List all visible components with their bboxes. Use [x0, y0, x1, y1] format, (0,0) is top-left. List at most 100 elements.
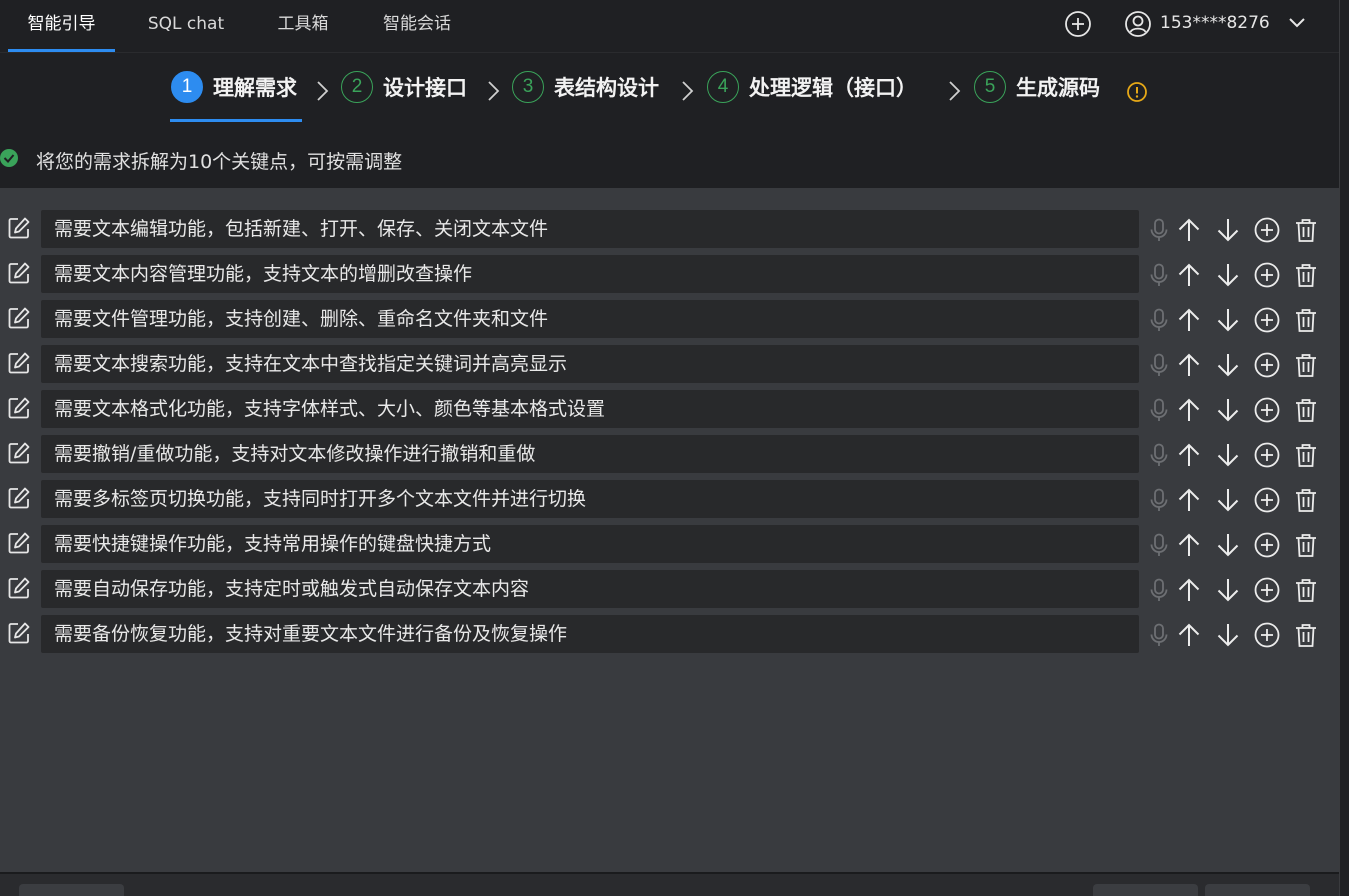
edit-icon[interactable] [6, 575, 32, 601]
plus-circle-icon[interactable] [1254, 577, 1280, 603]
microphone-icon[interactable] [1146, 487, 1172, 513]
plus-circle-icon[interactable] [1254, 487, 1280, 513]
tab-smart-chat[interactable]: 智能会话 [372, 0, 462, 52]
arrow-down-icon[interactable] [1215, 307, 1241, 333]
microphone-icon[interactable] [1146, 262, 1172, 288]
plus-circle-icon[interactable] [1254, 442, 1280, 468]
requirement-text[interactable]: 需要文本编辑功能，包括新建、打开、保存、关闭文本文件 [41, 210, 1139, 248]
edit-icon[interactable] [6, 530, 32, 556]
requirement-row: 需要多标签页切换功能，支持同时打开多个文本文件并进行切换 [0, 480, 1339, 518]
edit-icon[interactable] [6, 260, 32, 286]
plus-circle-icon[interactable] [1254, 307, 1280, 333]
arrow-up-icon[interactable] [1176, 397, 1202, 423]
microphone-icon[interactable] [1146, 217, 1172, 243]
trash-icon[interactable] [1293, 307, 1319, 333]
requirement-text[interactable]: 需要备份恢复功能，支持对重要文本文件进行备份及恢复操作 [41, 615, 1139, 653]
arrow-down-icon[interactable] [1215, 487, 1241, 513]
arrow-up-icon[interactable] [1176, 532, 1202, 558]
arrow-down-icon[interactable] [1215, 442, 1241, 468]
plus-circle-icon[interactable] [1254, 622, 1280, 648]
active-tab-indicator [8, 49, 115, 52]
arrow-down-icon[interactable] [1215, 622, 1241, 648]
microphone-icon[interactable] [1146, 442, 1172, 468]
chevron-down-icon[interactable] [1286, 12, 1308, 34]
arrow-up-icon[interactable] [1176, 442, 1202, 468]
requirement-row: 需要文件管理功能，支持创建、删除、重命名文件夹和文件 [0, 300, 1339, 338]
step-number: 2 [341, 71, 373, 103]
requirement-text[interactable]: 需要文本搜索功能，支持在文本中查找指定关键词并高亮显示 [41, 345, 1139, 383]
requirement-text[interactable]: 需要自动保存功能，支持定时或触发式自动保存文本内容 [41, 570, 1139, 608]
add-circle-icon[interactable] [1064, 10, 1092, 38]
info-icon[interactable] [1126, 81, 1148, 103]
active-step-indicator [170, 119, 302, 122]
requirement-row: 需要快捷键操作功能，支持常用操作的键盘快捷方式 [0, 525, 1339, 563]
arrow-up-icon[interactable] [1176, 217, 1202, 243]
app-window: 智能引导 SQL chat 工具箱 智能会话 153****8276 1 理解需… [0, 0, 1349, 896]
plus-circle-icon[interactable] [1254, 532, 1280, 558]
step-1[interactable]: 1 理解需求 [171, 69, 297, 105]
trash-icon[interactable] [1293, 622, 1319, 648]
trash-icon[interactable] [1293, 262, 1319, 288]
edit-icon[interactable] [6, 620, 32, 646]
edit-icon[interactable] [6, 350, 32, 376]
next-button[interactable] [1205, 884, 1310, 896]
microphone-icon[interactable] [1146, 577, 1172, 603]
tab-sql-chat[interactable]: SQL chat [140, 0, 232, 52]
arrow-down-icon[interactable] [1215, 352, 1241, 378]
arrow-up-icon[interactable] [1176, 262, 1202, 288]
edit-icon[interactable] [6, 485, 32, 511]
arrow-up-icon[interactable] [1176, 577, 1202, 603]
requirement-text[interactable]: 需要快捷键操作功能，支持常用操作的键盘快捷方式 [41, 525, 1139, 563]
requirement-row: 需要撤销/重做功能，支持对文本修改操作进行撤销和重做 [0, 435, 1339, 473]
step-5[interactable]: 5 生成源码 [974, 69, 1100, 105]
step-number: 5 [974, 71, 1006, 103]
plus-circle-icon[interactable] [1254, 397, 1280, 423]
step-label: 理解需求 [213, 76, 297, 100]
microphone-icon[interactable] [1146, 622, 1172, 648]
trash-icon[interactable] [1293, 442, 1319, 468]
trash-icon[interactable] [1293, 217, 1319, 243]
microphone-icon[interactable] [1146, 532, 1172, 558]
step-2[interactable]: 2 设计接口 [341, 69, 467, 105]
edit-icon[interactable] [6, 215, 32, 241]
requirement-text[interactable]: 需要多标签页切换功能，支持同时打开多个文本文件并进行切换 [41, 480, 1139, 518]
requirement-text[interactable]: 需要文本格式化功能，支持字体样式、大小、颜色等基本格式设置 [41, 390, 1139, 428]
step-3[interactable]: 3 表结构设计 [512, 69, 659, 105]
arrow-up-icon[interactable] [1176, 487, 1202, 513]
trash-icon[interactable] [1293, 532, 1319, 558]
tab-smart-guide[interactable]: 智能引导 [8, 0, 115, 52]
tab-toolbox[interactable]: 工具箱 [268, 0, 338, 52]
arrow-down-icon[interactable] [1215, 262, 1241, 288]
arrow-down-icon[interactable] [1215, 577, 1241, 603]
trash-icon[interactable] [1293, 352, 1319, 378]
requirement-text[interactable]: 需要撤销/重做功能，支持对文本修改操作进行撤销和重做 [41, 435, 1139, 473]
edit-icon[interactable] [6, 305, 32, 331]
requirement-text[interactable]: 需要文本内容管理功能，支持文本的增删改查操作 [41, 255, 1139, 293]
back-button[interactable] [19, 884, 124, 896]
user-avatar-icon[interactable] [1124, 10, 1152, 38]
arrow-down-icon[interactable] [1215, 217, 1241, 243]
plus-circle-icon[interactable] [1254, 262, 1280, 288]
plus-circle-icon[interactable] [1254, 352, 1280, 378]
microphone-icon[interactable] [1146, 352, 1172, 378]
requirement-row: 需要文本搜索功能，支持在文本中查找指定关键词并高亮显示 [0, 345, 1339, 383]
edit-icon[interactable] [6, 395, 32, 421]
arrow-up-icon[interactable] [1176, 307, 1202, 333]
top-nav: 智能引导 SQL chat 工具箱 智能会话 153****8276 [0, 0, 1339, 53]
user-phone[interactable]: 153****8276 [1160, 13, 1270, 33]
trash-icon[interactable] [1293, 397, 1319, 423]
secondary-button[interactable] [1093, 884, 1198, 896]
trash-icon[interactable] [1293, 487, 1319, 513]
step-4[interactable]: 4 处理逻辑（接口） [707, 69, 917, 105]
arrow-down-icon[interactable] [1215, 532, 1241, 558]
arrow-up-icon[interactable] [1176, 352, 1202, 378]
microphone-icon[interactable] [1146, 397, 1172, 423]
plus-circle-icon[interactable] [1254, 217, 1280, 243]
requirement-text[interactable]: 需要文件管理功能，支持创建、删除、重命名文件夹和文件 [41, 300, 1139, 338]
arrow-down-icon[interactable] [1215, 397, 1241, 423]
trash-icon[interactable] [1293, 577, 1319, 603]
edit-icon[interactable] [6, 440, 32, 466]
arrow-up-icon[interactable] [1176, 622, 1202, 648]
microphone-icon[interactable] [1146, 307, 1172, 333]
step-number: 3 [512, 71, 544, 103]
